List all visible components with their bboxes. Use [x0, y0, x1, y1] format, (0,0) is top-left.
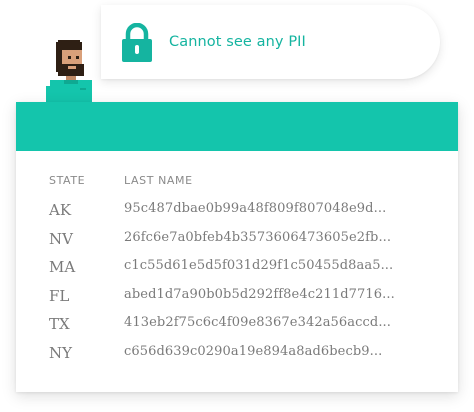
lock-icon: [122, 23, 152, 62]
masked-data-table: STATE LAST NAME AK 95c487dbae0b99a48f809…: [49, 174, 449, 373]
state-cell: NY: [49, 343, 73, 362]
last-name-cell: c1c55d61e5d5f031d29f1c50455d8aa5...: [124, 258, 394, 274]
state-cell: TX: [49, 315, 70, 334]
table-row: NY c656d639c0290a19e894a8ad6becb9...: [49, 344, 449, 373]
table-row: MA c1c55d61e5d5f031d29f1c50455d8aa5...: [49, 258, 449, 287]
card-header: [16, 102, 458, 151]
person-avatar-icon: [46, 40, 92, 104]
last-name-cell: abed1d7a90b0b5d292ff8e4c211d7716...: [124, 286, 395, 302]
last-name-cell: c656d639c0290a19e894a8ad6becb9...: [124, 343, 383, 359]
table-row: AK 95c487dbae0b99a48f809f807048e9d...: [49, 201, 449, 230]
table-header: STATE LAST NAME: [49, 174, 449, 192]
state-cell: FL: [49, 286, 70, 305]
last-name-cell: 413eb2f75c6c4f09e8367e342a56accd...: [124, 315, 392, 331]
table-row: FL abed1d7a90b0b5d292ff8e4c211d7716...: [49, 287, 449, 316]
table-body: AK 95c487dbae0b99a48f809f807048e9d... NV…: [49, 201, 449, 373]
state-cell: NV: [49, 229, 73, 248]
table-row: NV 26fc6e7a0bfeb4b3573606473605e2fb...: [49, 230, 449, 259]
state-cell: AK: [49, 201, 72, 219]
table-row: TX 413eb2f75c6c4f09e8367e342a56accd...: [49, 315, 449, 344]
pii-message: Cannot see any PII: [169, 34, 306, 50]
column-header-last-name: LAST NAME: [124, 174, 193, 187]
last-name-cell: 95c487dbae0b99a48f809f807048e9d...: [124, 201, 387, 216]
state-cell: MA: [49, 258, 76, 277]
message-bubble: Cannot see any PII: [101, 5, 440, 79]
data-card: STATE LAST NAME AK 95c487dbae0b99a48f809…: [16, 102, 458, 392]
column-header-state: STATE: [49, 174, 86, 187]
last-name-cell: 26fc6e7a0bfeb4b3573606473605e2fb...: [124, 229, 392, 245]
